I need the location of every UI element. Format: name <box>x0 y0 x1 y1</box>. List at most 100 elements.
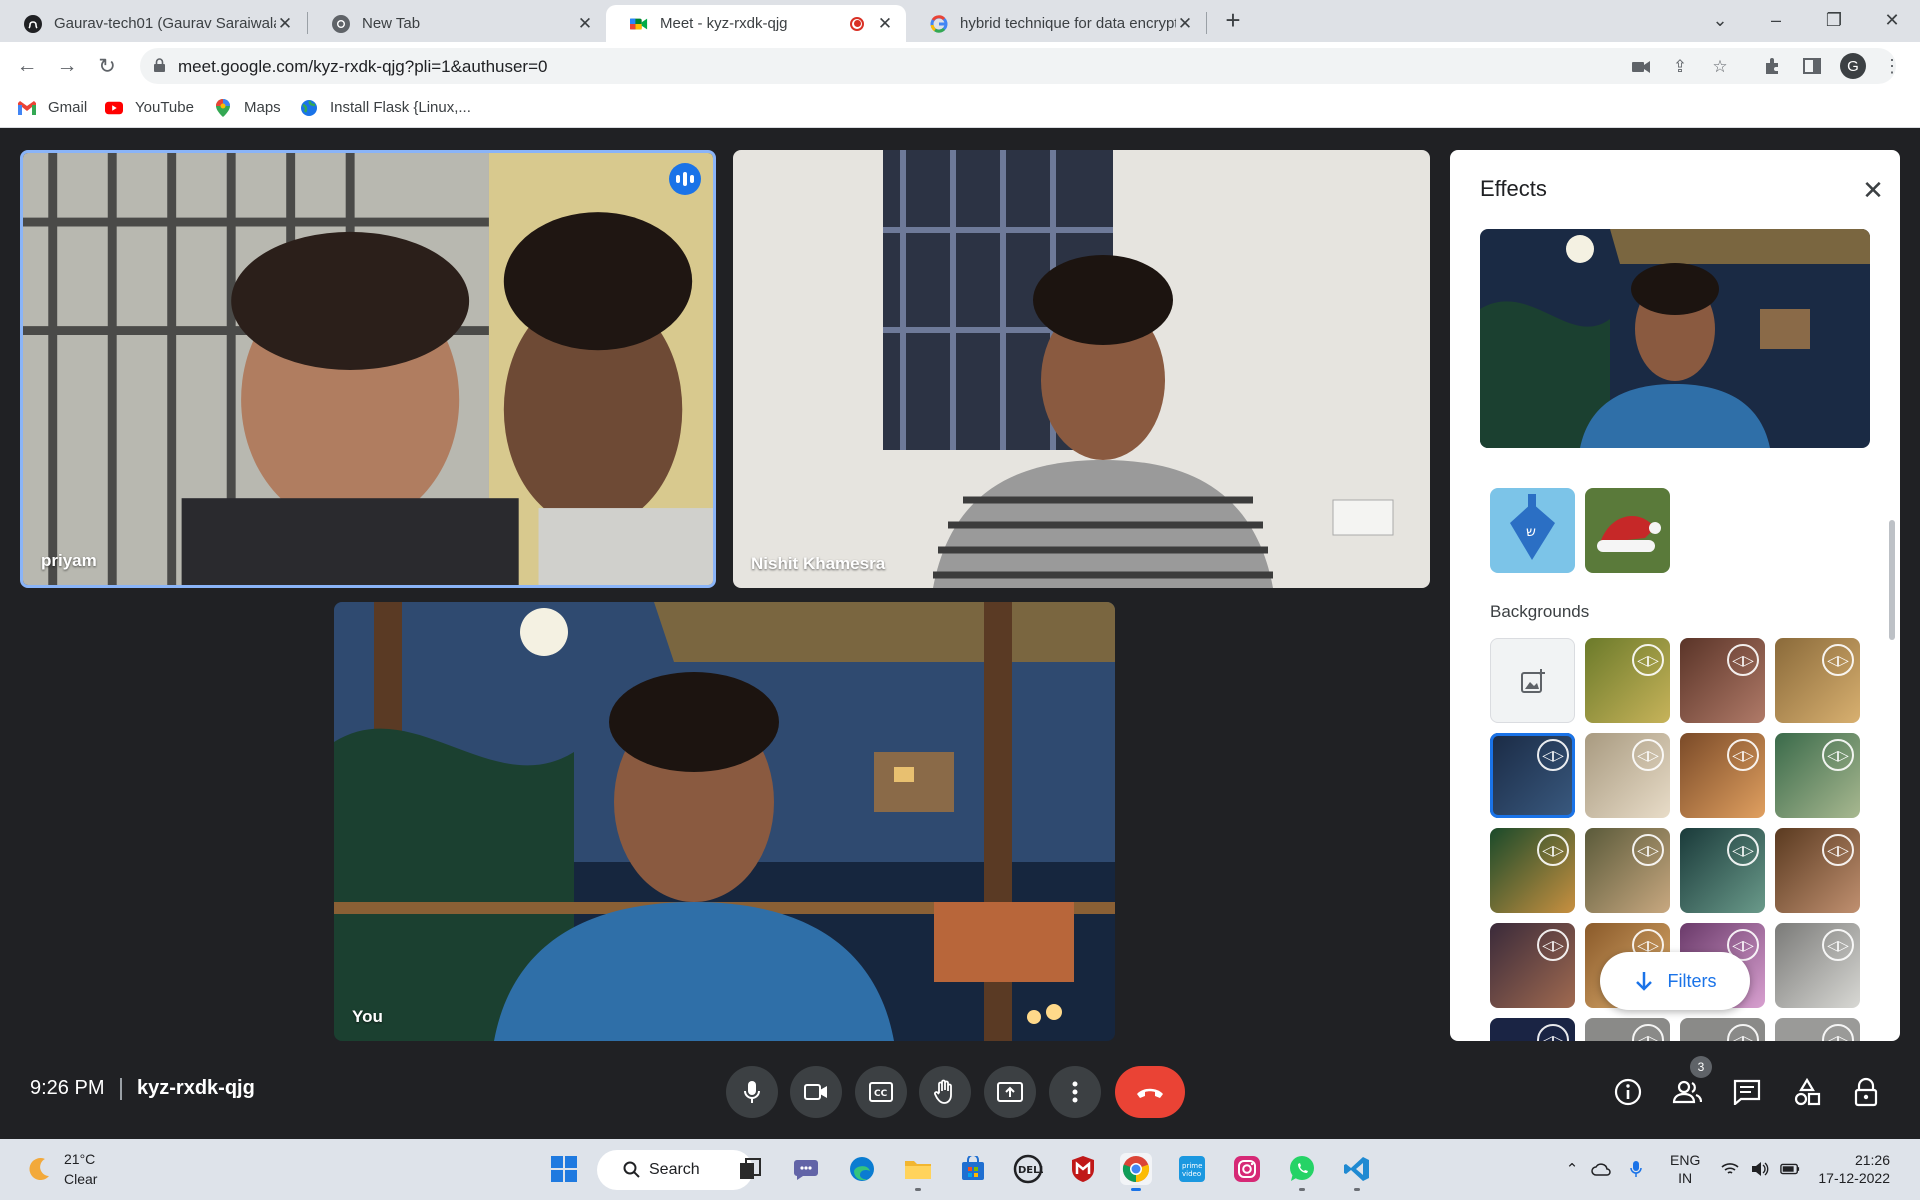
windows-start-button[interactable] <box>548 1153 580 1185</box>
close-tab-icon[interactable]: ✕ <box>576 14 594 33</box>
tab-search-icon[interactable]: ⌄ <box>1692 0 1748 40</box>
background-option[interactable]: ◁▷ <box>1490 828 1575 913</box>
edge-button[interactable] <box>846 1153 878 1185</box>
video-feed-image <box>23 153 713 585</box>
more-options-button[interactable] <box>1049 1066 1101 1118</box>
background-option[interactable]: ◁▷ <box>1680 828 1765 913</box>
microphone-button[interactable] <box>726 1066 778 1118</box>
participant-tile-nishit[interactable]: Nishit Khamesra <box>733 150 1430 588</box>
background-option[interactable]: ◁▷ <box>1680 1018 1765 1041</box>
background-option[interactable]: ◁▷ <box>1585 1018 1670 1041</box>
teams-chat-button[interactable] <box>790 1153 822 1185</box>
instagram-button[interactable] <box>1231 1153 1263 1185</box>
background-option[interactable]: ◁▷ <box>1775 1018 1860 1041</box>
background-option[interactable]: ◁▷ <box>1585 828 1670 913</box>
tab-new-tab[interactable]: New Tab ✕ <box>308 5 606 42</box>
leave-call-button[interactable] <box>1115 1066 1185 1118</box>
chrome-menu-icon[interactable]: ⋮ <box>1880 54 1904 78</box>
whatsapp-icon <box>1290 1156 1314 1181</box>
tab-google-search[interactable]: hybrid technique for data encryption ✕ <box>906 5 1206 42</box>
taskbar-search[interactable]: Search <box>597 1150 753 1190</box>
file-explorer-button[interactable] <box>902 1153 934 1191</box>
profile-avatar[interactable]: G <box>1840 53 1866 79</box>
background-option[interactable]: ◁▷ <box>1585 733 1670 818</box>
filters-button[interactable]: Filters <box>1600 952 1750 1010</box>
present-screen-button[interactable] <box>984 1066 1036 1118</box>
background-option[interactable]: ◁▷ <box>1490 923 1575 1008</box>
background-option[interactable]: ◁▷ <box>1680 638 1765 723</box>
people-button[interactable] <box>1671 1076 1703 1108</box>
wifi-icon[interactable] <box>1720 1159 1740 1179</box>
activities-button[interactable] <box>1791 1076 1823 1108</box>
people-icon <box>1672 1080 1702 1104</box>
hang-up-icon <box>1137 1088 1163 1098</box>
background-option[interactable]: ◁▷ <box>1775 828 1860 913</box>
captions-button[interactable]: CC <box>855 1066 907 1118</box>
volume-icon[interactable] <box>1750 1159 1770 1179</box>
github-icon <box>24 14 42 33</box>
chrome-icon <box>1122 1156 1150 1183</box>
region-code: IN <box>1678 1170 1693 1186</box>
participant-tile-priyam[interactable]: priyam <box>20 150 716 588</box>
input-language-indicator[interactable]: ENG IN <box>1670 1151 1700 1187</box>
weather-temperature: 21°C <box>64 1151 96 1167</box>
prime-video-button[interactable]: prime video <box>1176 1153 1208 1185</box>
reload-icon[interactable]: ↻ <box>91 50 123 82</box>
whatsapp-button[interactable] <box>1286 1153 1318 1191</box>
microphone-in-use-icon[interactable] <box>1626 1159 1646 1179</box>
camera-in-use-icon[interactable] <box>1630 56 1652 78</box>
bookmark-gmail[interactable]: Gmail <box>18 99 87 116</box>
task-view-button[interactable] <box>734 1153 766 1185</box>
background-option[interactable]: ◁▷ <box>1775 733 1860 818</box>
close-window-icon[interactable]: ✕ <box>1864 0 1920 40</box>
tab-github[interactable]: Gaurav-tech01 (Gaurav Saraiwala) ✕ <box>0 5 306 42</box>
forward-icon[interactable]: → <box>51 50 83 82</box>
background-option[interactable]: ◁▷ <box>1585 638 1670 723</box>
participant-tile-self[interactable]: You <box>334 602 1115 1041</box>
dreidel-effect-button[interactable]: ש <box>1490 488 1575 573</box>
camera-button[interactable] <box>790 1066 842 1118</box>
chat-button[interactable] <box>1731 1076 1763 1108</box>
bookmark-maps[interactable]: Maps <box>214 98 281 117</box>
upload-background-button[interactable] <box>1490 638 1575 723</box>
dell-app-button[interactable]: DELL <box>1012 1153 1044 1185</box>
close-tab-icon[interactable]: ✕ <box>1176 14 1194 33</box>
close-tab-icon[interactable]: ✕ <box>876 14 894 33</box>
minimize-icon[interactable]: – <box>1748 0 1804 40</box>
battery-icon[interactable] <box>1780 1159 1800 1179</box>
vscode-button[interactable] <box>1341 1153 1373 1191</box>
bookmark-star-icon[interactable]: ☆ <box>1709 56 1731 78</box>
mcafee-button[interactable] <box>1067 1153 1099 1185</box>
chrome-taskbar-button[interactable] <box>1120 1153 1152 1191</box>
effects-scrollbar[interactable] <box>1889 520 1895 640</box>
background-option[interactable]: ◁▷ <box>1775 638 1860 723</box>
close-icon[interactable]: ✕ <box>1860 177 1886 204</box>
background-option[interactable]: ◁▷ <box>1680 733 1765 818</box>
onedrive-icon[interactable] <box>1591 1159 1611 1179</box>
captions-icon: CC <box>869 1082 893 1102</box>
system-clock[interactable]: 21:26 17-12-2022 <box>1810 1151 1890 1187</box>
restore-icon[interactable]: ❐ <box>1806 0 1862 40</box>
tab-meet[interactable]: Meet - kyz-rxdk-qjg ✕ <box>606 5 906 42</box>
show-hidden-icons-icon[interactable]: ⌃ <box>1562 1159 1582 1179</box>
new-tab-icon[interactable]: + <box>1205 0 1261 40</box>
running-indicator <box>1131 1188 1141 1191</box>
background-option[interactable]: ◁▷ <box>1775 923 1860 1008</box>
microsoft-store-button[interactable] <box>957 1153 989 1185</box>
bookmark-install-flask[interactable]: Install Flask {Linux,... <box>300 99 471 116</box>
background-option-selected[interactable]: ◁▷ <box>1490 733 1575 818</box>
raise-hand-button[interactable] <box>919 1066 971 1118</box>
santa-hat-effect-button[interactable] <box>1585 488 1670 573</box>
close-tab-icon[interactable]: ✕ <box>276 14 294 33</box>
lock-icon <box>154 58 165 72</box>
extensions-icon[interactable] <box>1760 54 1784 78</box>
address-bar[interactable]: meet.google.com/kyz-rxdk-qjg?pli=1&authu… <box>140 48 1896 84</box>
bookmark-youtube[interactable]: YouTube <box>105 99 194 116</box>
share-icon[interactable]: ⇪ <box>1669 56 1691 78</box>
moon-icon <box>29 1158 49 1181</box>
meeting-details-button[interactable] <box>1612 1076 1644 1108</box>
background-option[interactable]: ◁▷ <box>1490 1018 1575 1041</box>
side-panel-icon[interactable] <box>1800 54 1824 78</box>
back-icon[interactable]: ← <box>11 50 43 82</box>
host-controls-button[interactable] <box>1852 1076 1884 1108</box>
